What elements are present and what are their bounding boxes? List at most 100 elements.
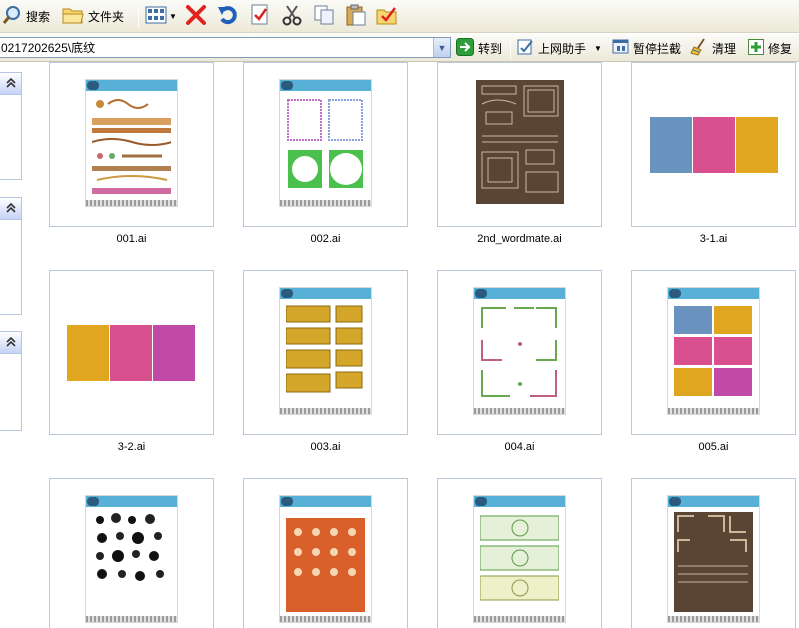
thumbnail-image [279,287,372,415]
file-thumbnail[interactable] [437,478,602,628]
go-label: 转到 [478,41,503,56]
thumbnail-frame [243,270,408,435]
file-thumbnail[interactable]: 004.ai [437,270,602,453]
block-popups-button[interactable]: 暂停拦截 [612,37,681,59]
thumbnail-image [650,117,692,173]
folders-label: 文件夹 [88,9,125,24]
search-button[interactable]: 搜索 [2,2,50,30]
views-button[interactable]: ▼ [145,2,177,30]
go-button[interactable]: 转到 [456,37,502,59]
thumbnail-frame [437,270,602,435]
copy-button[interactable] [313,2,335,30]
task-panel [0,72,22,180]
thumbnail-frame [631,478,796,628]
double-chevron-up-icon [5,336,16,350]
double-chevron-up-icon [5,202,16,216]
address-path: 0217202625\底纹 [1,41,96,55]
broom-icon [690,37,708,59]
paste-button[interactable] [345,2,367,30]
chevron-down-icon: ▼ [594,43,602,53]
clean-label: 清理 [712,41,737,56]
thumbnail-frame [49,62,214,227]
thumbnail-frame [437,478,602,628]
collapse-panel-button[interactable] [0,198,21,220]
thumbnail-frame [243,478,408,628]
folder-check-icon [376,4,398,29]
address-field[interactable]: 0217202625\底纹 ▼ [0,37,451,58]
file-thumbnail[interactable]: 2nd_wordmate.ai [437,62,602,245]
repair-label: 修复 [768,41,793,56]
views-icon [145,5,167,28]
task-pane [0,63,24,628]
toolbar-separator [510,37,511,59]
thumbnail-image [85,79,178,207]
folders-button[interactable]: 文件夹 [62,2,124,30]
folder-icon [62,5,84,28]
address-bar: 0217202625\底纹 ▼ 转到 上网助手 ▼ 暂停拦截 清理 修复 [0,34,799,62]
delete-x-icon [185,4,207,29]
thumbnail-frame [49,270,214,435]
file-thumbnail[interactable]: 3-1.ai [631,62,796,245]
search-label: 搜索 [26,9,51,24]
thumbnail-frame [49,478,214,628]
block-popups-label: 暂停拦截 [633,41,682,56]
thumbnail-image [736,117,778,173]
scissors-icon [281,4,303,29]
thumbnail-frame [631,62,796,227]
address-dropdown-button[interactable]: ▼ [433,38,450,57]
thumbnail-image [110,325,152,381]
task-panel [0,197,22,315]
file-thumbnail[interactable]: 001.ai [49,62,214,245]
file-name: 003.ai [310,441,341,453]
cut-button[interactable] [281,2,303,30]
chevron-down-icon: ▼ [169,11,177,21]
move-to-button[interactable] [376,2,398,30]
chevron-down-icon: ▼ [437,42,447,53]
thumbnail-image [279,79,372,207]
collapse-panel-button[interactable] [0,332,21,354]
thumbnail-image [667,287,760,415]
standard-toolbar: 搜索 文件夹 ▼ [0,0,799,33]
magnifier-icon [2,5,22,28]
thumbnail-image [473,287,566,415]
file-name: 2nd_wordmate.ai [477,233,562,245]
block-popups-icon [612,38,630,59]
thumbnail-image [153,325,195,381]
file-thumbnail[interactable]: 003.ai [243,270,408,453]
thumbnail-image [85,495,178,623]
properties-button[interactable] [250,2,270,30]
file-name: 005.ai [698,441,729,453]
file-thumbnail[interactable]: 005.ai [631,270,796,453]
clean-button[interactable]: 清理 [690,37,736,59]
file-thumbnail[interactable] [49,478,214,628]
file-name: 001.ai [116,233,147,245]
repair-button[interactable]: 修复 [748,37,792,59]
collapse-panel-button[interactable] [0,73,21,95]
go-arrow-icon [456,37,474,59]
thumbnail-frame [437,62,602,227]
thumbnail-frame [631,270,796,435]
task-panel [0,331,22,431]
properties-icon [250,4,270,29]
copy-icon [313,4,335,29]
online-helper-icon [517,38,535,59]
online-helper-button[interactable]: 上网助手 ▼ [517,37,602,59]
thumbnail-image [67,325,109,381]
thumbnail-image [279,495,372,623]
undo-icon [217,4,239,29]
file-name: 004.ai [504,441,535,453]
thumbnail-frame [243,62,408,227]
double-chevron-up-icon [5,77,16,91]
file-thumbnail[interactable] [243,478,408,628]
paste-icon [345,4,367,29]
file-name: 002.ai [310,233,341,245]
file-thumbnail[interactable]: 3-2.ai [49,270,214,453]
delete-button[interactable] [185,2,207,30]
file-thumbnail[interactable]: 002.ai [243,62,408,245]
thumbnail-image [476,80,564,204]
undo-button[interactable] [217,2,239,30]
thumbnail-image [667,495,760,623]
toolbar-separator [138,5,139,27]
thumbnail-image [693,117,735,173]
file-thumbnail[interactable] [631,478,796,628]
